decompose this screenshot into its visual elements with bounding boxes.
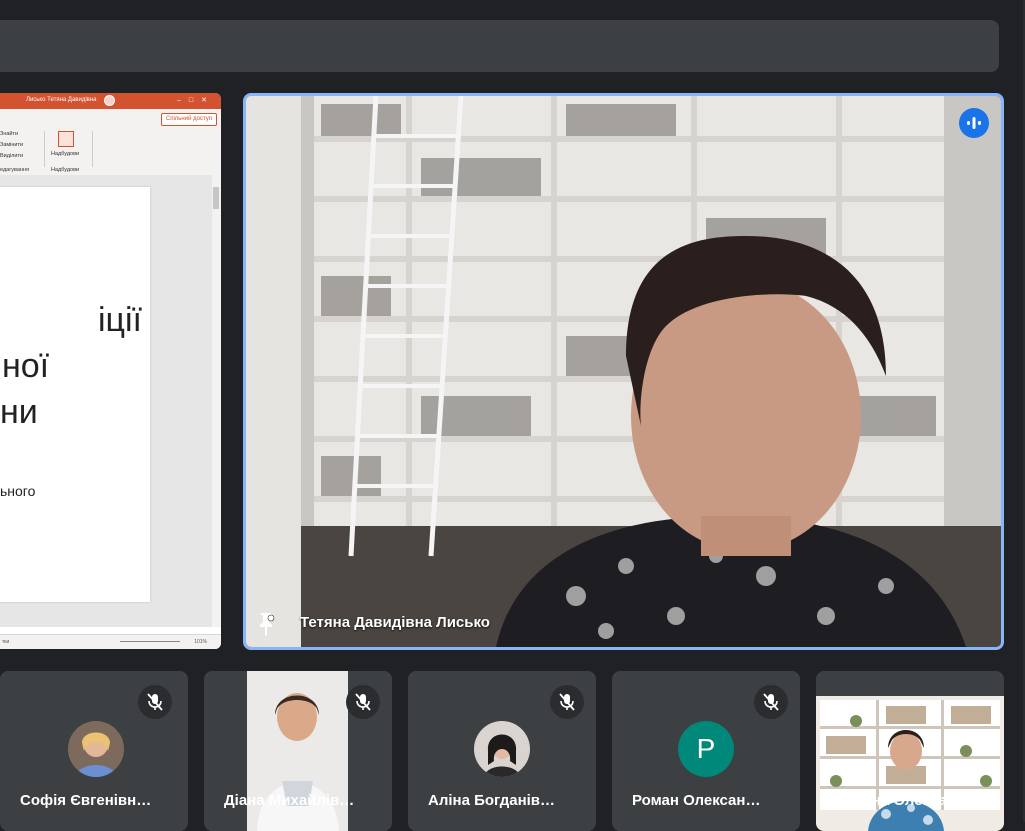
- pin-icon[interactable]: [256, 611, 276, 637]
- zoom-level: 101%: [194, 639, 207, 645]
- mic-off-icon: [550, 685, 584, 719]
- slide-text-small: ьного: [0, 483, 36, 499]
- participant-name: Роман Олексан…: [632, 792, 761, 809]
- main-speaker-tile[interactable]: Тетяна Давидівна Лисько: [243, 93, 1004, 650]
- participant-tile[interactable]: Оксана Олекса…: [816, 671, 1004, 831]
- ribbon-find: Знайти: [0, 131, 19, 137]
- ppt-scrollbar: [212, 175, 221, 627]
- ppt-window-controls: –□✕: [177, 96, 215, 104]
- participant-name: Софія Євгенівн…: [20, 792, 152, 809]
- participant-name: Аліна Богданів…: [428, 792, 556, 809]
- zoom-slider: [120, 641, 180, 642]
- mic-off-icon: [346, 685, 380, 719]
- ribbon-editing-group: едагування: [0, 167, 29, 173]
- avatar: Р: [678, 721, 734, 777]
- presentation-tile[interactable]: Лисько Тетяна Давидівна . –□✕ Спільний д…: [0, 93, 221, 649]
- avatar: [68, 721, 124, 777]
- ppt-user-avatar: .: [104, 95, 115, 106]
- participant-video: [816, 696, 1004, 831]
- ppt-ribbon: Спільний доступ Знайти Замінити Виділити…: [0, 109, 221, 176]
- scroll-thumb: [213, 187, 219, 209]
- participant-name: Діана Михайлів…: [224, 792, 355, 809]
- participant-tile[interactable]: Софія Євгенівн…: [0, 671, 188, 831]
- participant-tile[interactable]: Аліна Богданів…: [408, 671, 596, 831]
- ppt-title-bar: Лисько Тетяна Давидівна . –□✕: [0, 93, 221, 109]
- designer-icon: [58, 131, 74, 147]
- speaker-video: [246, 96, 1001, 647]
- ppt-status-bar: тки 101%: [0, 634, 221, 649]
- share-button: Спільний доступ: [160, 113, 217, 126]
- status-notes: тки: [2, 639, 10, 645]
- minimize-icon: –: [176, 97, 189, 104]
- maximize-icon: □: [188, 97, 202, 104]
- avatar-letter: Р: [678, 721, 734, 777]
- slide: іції ної ни ьного: [0, 187, 150, 602]
- ppt-canvas: іції ної ни ьного: [0, 175, 212, 627]
- ribbon-separator: [44, 131, 45, 167]
- slide-text-line: ної: [2, 347, 50, 385]
- participant-tile[interactable]: Діана Михайлів…: [204, 671, 392, 831]
- ribbon-designer-label: Надбудови: [51, 151, 80, 157]
- speaking-indicator-icon: [959, 108, 989, 138]
- ribbon-replace: Замінити: [0, 142, 24, 148]
- participant-name: Оксана Олекса…: [836, 792, 962, 809]
- ribbon-select: Виділити: [0, 153, 24, 159]
- ppt-window-title: Лисько Тетяна Давидівна: [26, 97, 97, 103]
- close-icon: ✕: [201, 97, 215, 104]
- ribbon-designer-group: Надбудови: [51, 167, 80, 173]
- ribbon-separator: [92, 131, 93, 167]
- slide-text-line: ни: [0, 393, 38, 431]
- top-bar: [0, 20, 999, 72]
- avatar: [474, 721, 530, 777]
- speaker-name-label: Тетяна Давидівна Лисько: [300, 614, 490, 631]
- participant-tile[interactable]: Р Роман Олексан…: [612, 671, 800, 831]
- slide-text-line: іції: [97, 301, 142, 339]
- mic-off-icon: [754, 685, 788, 719]
- mic-off-icon: [138, 685, 172, 719]
